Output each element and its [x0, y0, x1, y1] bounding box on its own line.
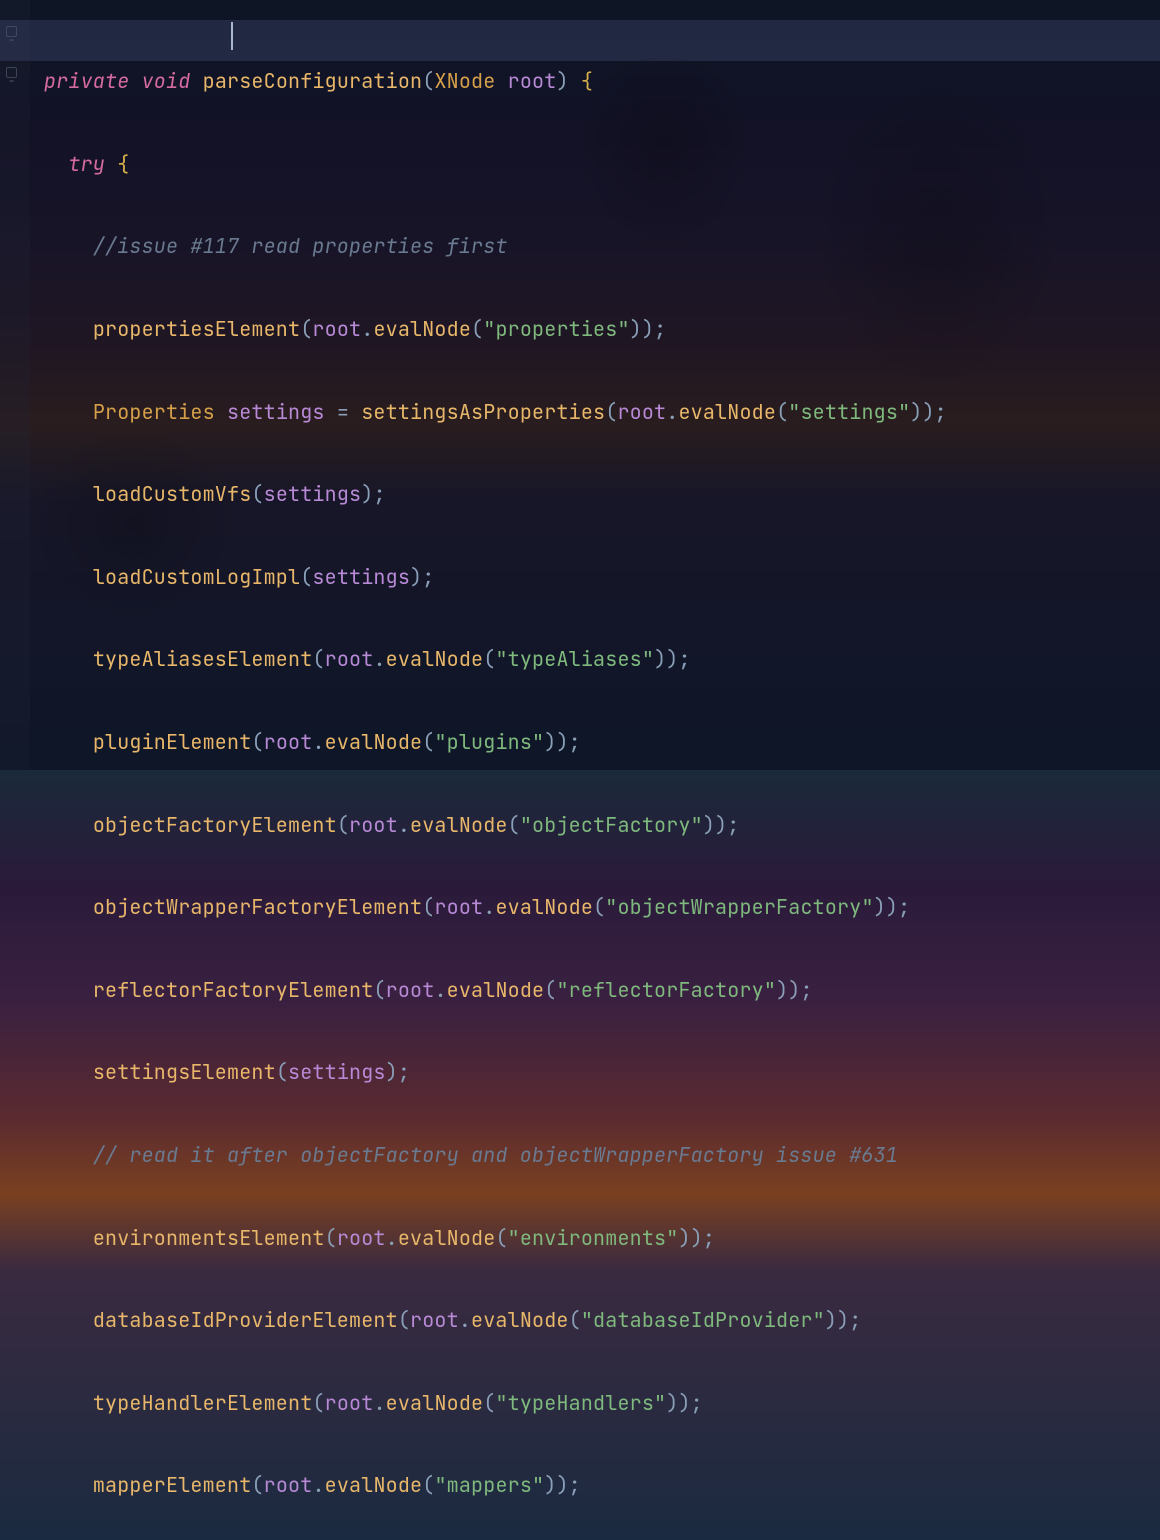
- code-line[interactable]: pluginElement(root.evalNode("plugins"));: [44, 722, 1150, 763]
- code-editor[interactable]: private void parseConfiguration(XNode ro…: [44, 20, 1150, 1540]
- editor-gutter: [0, 0, 30, 770]
- code-line[interactable]: private void parseConfiguration(XNode ro…: [44, 61, 1150, 102]
- code-line[interactable]: Properties settings = settingsAsProperti…: [44, 392, 1150, 433]
- code-line[interactable]: propertiesElement(root.evalNode("propert…: [44, 309, 1150, 350]
- code-line[interactable]: loadCustomVfs(settings);: [44, 474, 1150, 515]
- code-line[interactable]: objectFactoryElement(root.evalNode("obje…: [44, 805, 1150, 846]
- code-line[interactable]: objectWrapperFactoryElement(root.evalNod…: [44, 887, 1150, 928]
- code-line[interactable]: mapperElement(root.evalNode("mappers"));: [44, 1465, 1150, 1506]
- code-line[interactable]: reflectorFactoryElement(root.evalNode("r…: [44, 970, 1150, 1011]
- code-line[interactable]: loadCustomLogImpl(settings);: [44, 557, 1150, 598]
- code-line[interactable]: //issue #117 read properties first: [44, 226, 1150, 267]
- code-line[interactable]: typeAliasesElement(root.evalNode("typeAl…: [44, 639, 1150, 680]
- code-line[interactable]: typeHandlerElement(root.evalNode("typeHa…: [44, 1383, 1150, 1424]
- fold-icon[interactable]: [6, 67, 17, 78]
- code-line[interactable]: // read it after objectFactory and objec…: [44, 1135, 1150, 1176]
- code-line[interactable]: environmentsElement(root.evalNode("envir…: [44, 1218, 1150, 1259]
- code-line[interactable]: databaseIdProviderElement(root.evalNode(…: [44, 1300, 1150, 1341]
- code-line[interactable]: try {: [44, 144, 1150, 185]
- code-line[interactable]: settingsElement(settings);: [44, 1052, 1150, 1093]
